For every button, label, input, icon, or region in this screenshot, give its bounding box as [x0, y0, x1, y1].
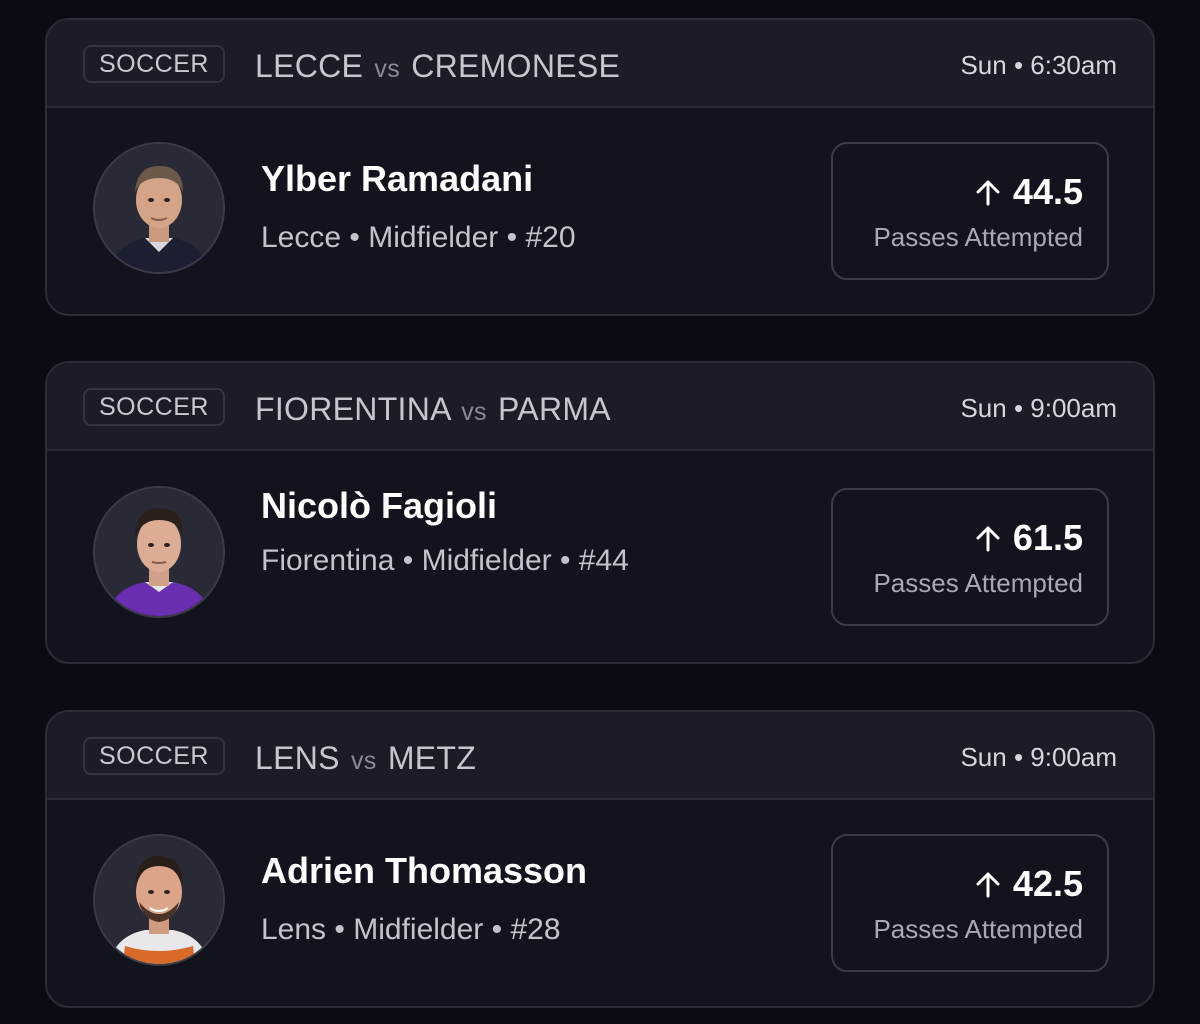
vs-label: vs [461, 398, 487, 426]
arrow-up-icon [973, 523, 1003, 553]
sport-badge: SOCCER [83, 737, 225, 775]
home-team: LENS [255, 740, 340, 776]
player-info: Fiorentina • Midfielder • #44 [261, 544, 629, 577]
away-team: PARMA [498, 391, 611, 427]
prop-line-button[interactable]: 61.5 Passes Attempted [831, 488, 1109, 626]
card-header: SOCCER LENS vs METZ Sun • 9:00am [47, 712, 1153, 800]
sport-badge: SOCCER [83, 388, 225, 426]
prop-value: 42.5 [1012, 863, 1083, 904]
home-team: LECCE [255, 48, 364, 84]
away-team: CREMONESE [411, 48, 621, 84]
prop-card[interactable]: SOCCER FIORENTINA vs PARMA Sun • 9:00am … [45, 361, 1155, 664]
game-time: Sun • 9:00am [960, 393, 1117, 423]
player-name: Ylber Ramadani [261, 158, 534, 199]
card-header: SOCCER FIORENTINA vs PARMA Sun • 9:00am [47, 363, 1153, 451]
matchup: FIORENTINA vs PARMA [255, 391, 611, 430]
sport-badge: SOCCER [83, 45, 225, 83]
away-team: METZ [387, 740, 477, 776]
player-avatar [93, 142, 225, 274]
prop-value: 44.5 [1012, 171, 1083, 212]
prop-line-button[interactable]: 44.5 Passes Attempted [831, 142, 1109, 280]
vs-label: vs [374, 55, 401, 83]
prop-card[interactable]: SOCCER LECCE vs CREMONESE Sun • 6:30am Y… [45, 18, 1155, 316]
player-info: Lens • Midfielder • #28 [261, 913, 561, 946]
matchup: LECCE vs CREMONESE [255, 48, 620, 87]
arrow-up-icon [973, 177, 1003, 207]
home-team: FIORENTINA [255, 391, 451, 427]
arrow-up-icon [973, 869, 1003, 899]
prop-stat: Passes Attempted [873, 222, 1083, 252]
player-info: Lecce • Midfielder • #20 [261, 221, 576, 254]
matchup: LENS vs METZ [255, 740, 476, 779]
player-name: Nicolò Fagioli [261, 485, 498, 526]
player-avatar [93, 486, 225, 618]
prop-line-button[interactable]: 42.5 Passes Attempted [831, 834, 1109, 972]
vs-label: vs [351, 747, 377, 775]
card-header: SOCCER LECCE vs CREMONESE Sun • 6:30am [47, 20, 1153, 108]
prop-stat: Passes Attempted [873, 914, 1083, 944]
prop-value: 61.5 [1012, 517, 1083, 558]
prop-card[interactable]: SOCCER LENS vs METZ Sun • 9:00am Adrien … [45, 710, 1155, 1008]
player-name: Adrien Thomasson [261, 850, 588, 891]
game-time: Sun • 9:00am [960, 742, 1117, 772]
player-avatar [93, 834, 225, 966]
game-time: Sun • 6:30am [960, 50, 1117, 80]
prop-stat: Passes Attempted [873, 568, 1083, 598]
